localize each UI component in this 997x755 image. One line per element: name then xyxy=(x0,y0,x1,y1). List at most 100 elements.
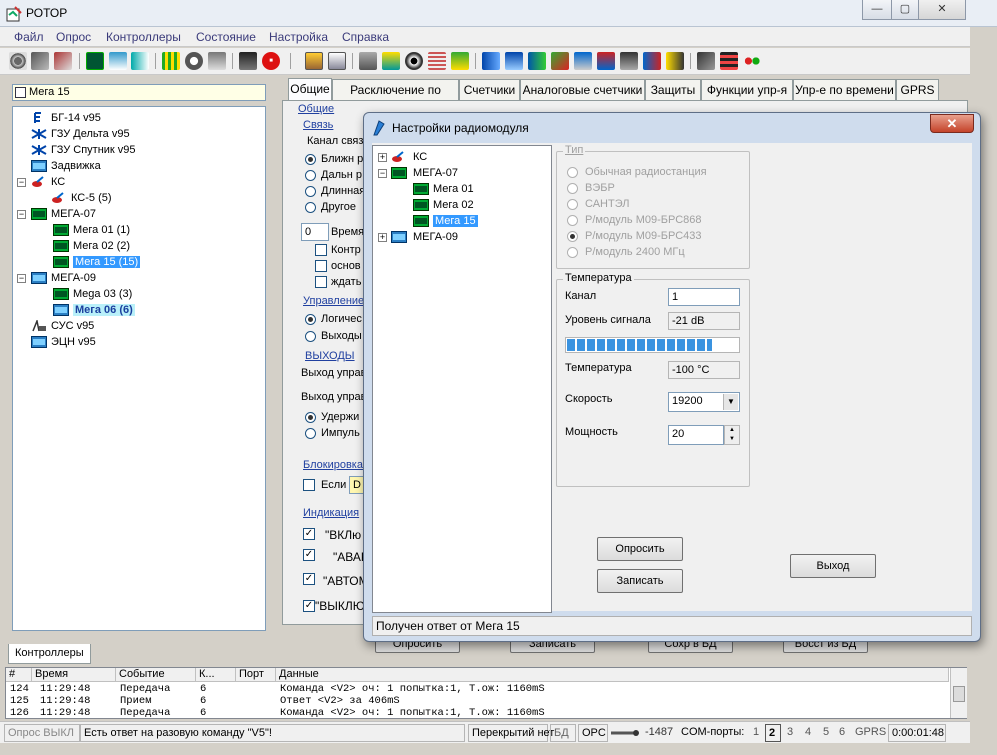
controller-search-input[interactable]: Мега 15 xyxy=(12,84,266,101)
expand-toggle[interactable]: + xyxy=(378,153,387,162)
branch-icon[interactable] xyxy=(528,52,546,70)
power-input[interactable]: 20 xyxy=(668,425,724,445)
expand-toggle[interactable]: + xyxy=(378,233,387,242)
com-port-6[interactable]: 6 xyxy=(836,724,850,742)
com-port-5[interactable]: 5 xyxy=(820,724,834,742)
chart-icon[interactable] xyxy=(428,52,446,70)
menu-state[interactable]: Состояние xyxy=(196,30,256,44)
check-main[interactable] xyxy=(315,260,327,272)
tree-item-ks[interactable]: КС xyxy=(31,174,65,190)
indication-check-3[interactable]: ✓ xyxy=(303,573,315,585)
tab-wiring[interactable]: Расключение по месту xyxy=(332,79,459,117)
maximize-button[interactable]: ▢ xyxy=(891,0,919,20)
type-radio-3[interactable] xyxy=(567,199,578,210)
log-header-k[interactable]: К... xyxy=(196,668,236,682)
lights-icon[interactable] xyxy=(743,52,761,70)
tab-time-control[interactable]: Упр-е по времени xyxy=(793,79,896,100)
tree-item-mega09[interactable]: МЕГА-09 xyxy=(31,270,96,286)
tree-item-ks5[interactable]: КС-5 (5) xyxy=(51,190,112,206)
tree-item-sus[interactable]: СУС v95 xyxy=(31,318,94,334)
monitor-icon[interactable] xyxy=(359,52,377,70)
calendar-icon[interactable] xyxy=(208,52,226,70)
chip-icon[interactable] xyxy=(697,52,715,70)
hold-radio[interactable] xyxy=(305,412,316,423)
type-radio-2[interactable] xyxy=(567,183,578,194)
valve-icon[interactable] xyxy=(482,52,500,70)
menu-file[interactable]: Файл xyxy=(14,30,44,44)
tab-protection[interactable]: Защиты xyxy=(645,79,701,100)
collapse-toggle[interactable]: − xyxy=(17,178,26,187)
com-port-1[interactable]: 1 xyxy=(750,724,764,742)
collapse-toggle[interactable]: − xyxy=(17,274,26,283)
tree-item-gzu-sputnik[interactable]: ГЗУ Спутник v95 xyxy=(31,142,136,158)
log-scroll-thumb[interactable] xyxy=(953,686,965,702)
tree-item-mega15[interactable]: Мега 15 (15) xyxy=(53,254,141,270)
tree-item-mega01[interactable]: Мега 01 (1) xyxy=(53,222,130,238)
compressor-icon[interactable] xyxy=(597,52,615,70)
check-control[interactable] xyxy=(315,244,327,256)
log-scrollbar[interactable] xyxy=(950,668,967,718)
com-port-3[interactable]: 3 xyxy=(784,724,798,742)
dlg-tree-item-ks[interactable]: КС xyxy=(391,149,427,165)
dlg-tree-item-mega15[interactable]: Мега 15 xyxy=(413,213,478,229)
type-radio-5[interactable] xyxy=(567,231,578,242)
motor-icon[interactable] xyxy=(620,52,638,70)
check-wait[interactable] xyxy=(315,276,327,288)
pump-icon[interactable] xyxy=(451,52,469,70)
control-radio-outputs[interactable] xyxy=(305,331,316,342)
speed-select[interactable]: 19200 ▼ xyxy=(668,392,740,412)
hourglass-icon[interactable] xyxy=(666,52,684,70)
tab-control-functions[interactable]: Функции упр-я xyxy=(701,79,793,100)
channel-radio-3[interactable] xyxy=(305,186,316,197)
channel-input[interactable]: 1 xyxy=(668,288,740,306)
channel-radio-1[interactable] xyxy=(305,154,316,165)
menu-controllers[interactable]: Контроллеры xyxy=(106,30,181,44)
flow-icon[interactable] xyxy=(551,52,569,70)
indication-check-1[interactable]: ✓ xyxy=(303,528,315,540)
tree-item-mega07[interactable]: МЕГА-07 xyxy=(31,206,96,222)
com-port-4[interactable]: 4 xyxy=(802,724,816,742)
tools-red-icon[interactable] xyxy=(54,52,72,70)
truck-icon[interactable] xyxy=(239,52,257,70)
log-header-number[interactable]: # xyxy=(6,668,32,682)
log-header-time[interactable]: Время xyxy=(32,668,116,682)
dlg-tree-item-mega02[interactable]: Мега 02 xyxy=(413,197,474,213)
channel-radio-2[interactable] xyxy=(305,170,316,181)
menu-settings[interactable]: Настройка xyxy=(269,30,328,44)
indication-check-4[interactable]: ✓ xyxy=(303,600,315,612)
pipe-icon[interactable] xyxy=(382,52,400,70)
tools-icon[interactable] xyxy=(31,52,49,70)
dlg-tree-item-mega09[interactable]: МЕГА-09 xyxy=(391,229,458,245)
pulse-radio[interactable] xyxy=(305,428,316,439)
type-radio-6[interactable] xyxy=(567,247,578,258)
eye-icon[interactable] xyxy=(405,52,423,70)
tab-gprs[interactable]: GPRS xyxy=(896,79,939,100)
mast-icon[interactable] xyxy=(505,52,523,70)
table-icon[interactable] xyxy=(328,52,346,70)
indication-check-2[interactable]: ✓ xyxy=(303,549,315,561)
graph-icon[interactable] xyxy=(643,52,661,70)
channel-radio-4[interactable] xyxy=(305,202,316,213)
tab-controllers[interactable]: Контроллеры xyxy=(8,644,91,664)
tree-item-bg14[interactable]: БГ-14 v95 xyxy=(31,110,101,126)
gear-icon[interactable] xyxy=(9,52,27,70)
control-radio-logic[interactable] xyxy=(305,314,316,325)
tree-item-mega03[interactable]: Mega 03 (3) xyxy=(53,286,132,302)
clock-icon[interactable] xyxy=(185,52,203,70)
collapse-toggle[interactable]: − xyxy=(17,210,26,219)
block-if-check[interactable] xyxy=(303,479,315,491)
dlg-tree-item-mega01[interactable]: Мега 01 xyxy=(413,181,474,197)
power-stepper[interactable]: ▲ ▼ xyxy=(724,425,740,445)
dialog-exit-button[interactable]: Выход xyxy=(790,554,876,578)
tab-counters[interactable]: Счетчики xyxy=(459,79,520,100)
tree-item-zadvizhka[interactable]: Задвижка xyxy=(31,158,101,174)
tab-general[interactable]: Общие xyxy=(288,78,332,101)
stop-icon[interactable]: ■ xyxy=(262,52,280,70)
log-header-data[interactable]: Данные xyxy=(276,668,949,682)
close-button[interactable]: ✕ xyxy=(918,0,966,20)
time-field[interactable]: 0 xyxy=(301,223,329,241)
tree-item-ecn[interactable]: ЭЦН v95 xyxy=(31,334,96,350)
link-icon[interactable] xyxy=(131,52,149,70)
derrick-icon[interactable] xyxy=(574,52,592,70)
collapse-toggle[interactable]: − xyxy=(378,169,387,178)
